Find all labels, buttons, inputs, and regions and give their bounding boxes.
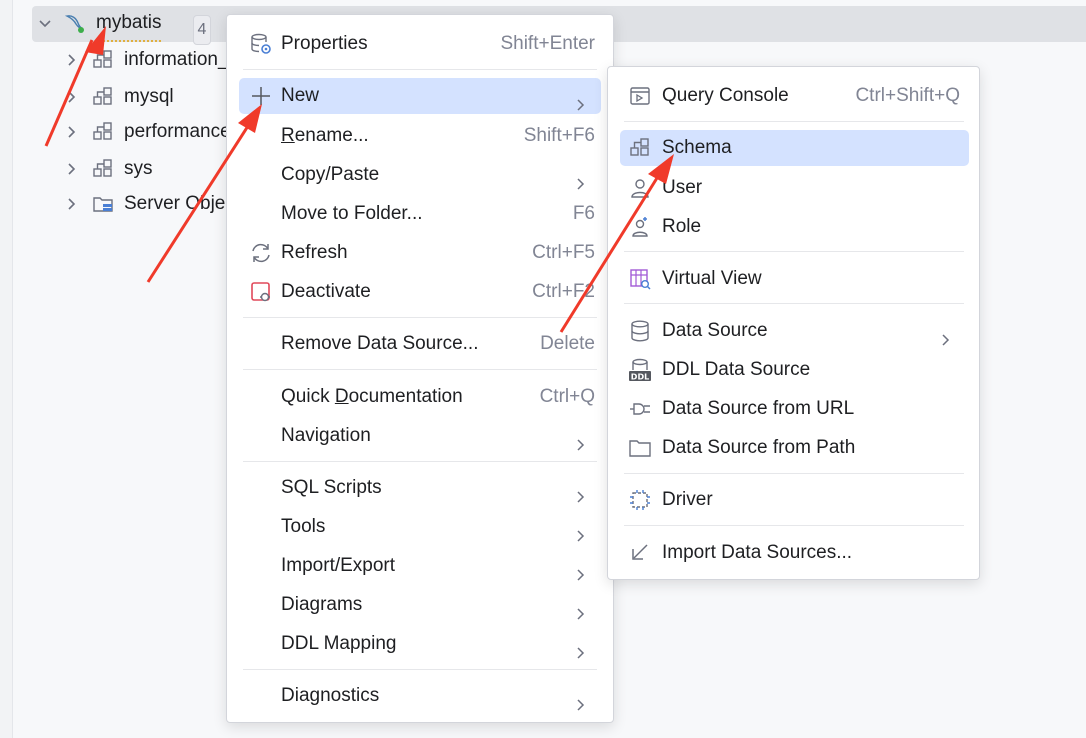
menu-item-driver[interactable]: Driver <box>620 482 960 518</box>
chevron-right-icon <box>575 481 587 503</box>
console-icon <box>628 84 652 108</box>
menu-item-ddl-data-source[interactable]: DDL DDL Data Source <box>620 352 960 388</box>
tree-node-label: Server Obje <box>124 193 226 214</box>
driver-icon <box>628 488 652 512</box>
chevron-right-icon <box>575 168 587 190</box>
menu-item-rename[interactable]: Rename... Shift+F6 <box>239 118 595 154</box>
properties-icon <box>249 32 273 56</box>
menu-item-sql-scripts[interactable]: SQL Scripts <box>239 470 595 506</box>
chevron-right-icon <box>940 324 952 346</box>
menu-item-diagnostics[interactable]: Diagnostics <box>239 678 595 714</box>
deactivate-icon <box>249 280 273 304</box>
schema-icon <box>92 158 114 180</box>
menu-item-remove-data-source[interactable]: Remove Data Source... Delete <box>239 326 595 362</box>
role-icon <box>628 215 652 239</box>
database-icon <box>628 319 652 343</box>
chevron-down-icon[interactable] <box>38 16 52 30</box>
menu-item-copy-paste[interactable]: Copy/Paste <box>239 157 595 193</box>
tree-node-label: information_ <box>124 49 229 70</box>
chevron-right-icon <box>575 598 587 620</box>
tree-node-server-objects[interactable]: Server Obje <box>32 187 232 221</box>
tree-node-label: performance <box>124 121 231 142</box>
menu-item-query-console[interactable]: Query Console Ctrl+Shift+Q <box>620 78 960 114</box>
chevron-right-icon <box>575 429 587 451</box>
schema-icon <box>92 49 114 71</box>
menu-separator <box>243 669 597 670</box>
menu-separator <box>243 69 597 70</box>
tree-node-sys[interactable]: sys <box>32 152 232 186</box>
chevron-right-icon[interactable] <box>64 162 78 176</box>
menu-item-navigation[interactable]: Navigation <box>239 418 595 454</box>
schema-icon <box>92 121 114 143</box>
menu-item-data-source-from-path[interactable]: Data Source from Path <box>620 430 960 466</box>
chevron-right-icon <box>575 559 587 581</box>
tree-node-information-schema[interactable]: information_ <box>32 43 232 77</box>
menu-item-role[interactable]: Role <box>620 209 960 245</box>
chevron-right-icon <box>575 520 587 542</box>
tree-node-performance-schema[interactable]: performance <box>32 115 232 149</box>
chevron-right-icon <box>575 89 587 111</box>
menu-separator <box>624 473 964 474</box>
svg-text:DDL: DDL <box>631 373 649 382</box>
chevron-right-icon[interactable] <box>64 53 78 67</box>
menu-separator <box>243 317 597 318</box>
menu-separator <box>243 461 597 462</box>
menu-item-data-source-from-url[interactable]: Data Source from URL <box>620 391 960 427</box>
menu-item-virtual-view[interactable]: Virtual View <box>620 261 960 297</box>
submenu-new: Query Console Ctrl+Shift+Q Schema User R… <box>607 66 980 580</box>
chevron-right-icon <box>575 637 587 659</box>
folder-icon <box>628 436 652 460</box>
context-menu: Properties Shift+Enter New Rename... Shi… <box>226 14 614 723</box>
menu-item-diagrams[interactable]: Diagrams <box>239 587 595 623</box>
menu-item-import-data-sources[interactable]: Import Data Sources... <box>620 535 960 571</box>
menu-item-properties[interactable]: Properties Shift+Enter <box>239 26 595 62</box>
schema-icon <box>92 86 114 108</box>
menu-separator <box>624 121 964 122</box>
menu-item-schema[interactable]: Schema <box>620 130 969 166</box>
server-folder-icon <box>92 193 114 215</box>
menu-item-refresh[interactable]: Refresh Ctrl+F5 <box>239 235 595 271</box>
mysql-datasource-icon <box>64 12 86 34</box>
plus-icon <box>249 84 273 108</box>
menu-separator <box>624 251 964 252</box>
chevron-right-icon[interactable] <box>64 197 78 211</box>
tree-node-label: mybatis <box>96 6 162 42</box>
menu-item-ddl-mapping[interactable]: DDL Mapping <box>239 626 595 662</box>
menu-separator <box>243 369 597 370</box>
node-count-badge: 4 <box>193 15 211 45</box>
ddl-database-icon: DDL <box>628 358 652 382</box>
tree-node-mysql[interactable]: mysql <box>32 80 232 114</box>
schema-icon <box>628 136 652 160</box>
import-icon <box>628 541 652 565</box>
tree-node-label: mysql <box>124 86 174 107</box>
user-icon <box>628 176 652 200</box>
chevron-right-icon[interactable] <box>64 90 78 104</box>
menu-separator <box>624 303 964 304</box>
virtual-view-icon <box>628 267 652 291</box>
menu-item-data-source[interactable]: Data Source <box>620 313 960 349</box>
menu-item-new[interactable]: New <box>239 78 601 114</box>
chevron-right-icon <box>575 689 587 711</box>
tree-node-label: sys <box>124 158 153 179</box>
refresh-icon <box>249 241 273 265</box>
plug-icon <box>628 397 652 421</box>
menu-item-quick-documentation[interactable]: Quick Documentation Ctrl+Q <box>239 379 595 415</box>
menu-item-move-to-folder[interactable]: Move to Folder... F6 <box>239 196 595 232</box>
chevron-right-icon[interactable] <box>64 125 78 139</box>
menu-item-deactivate[interactable]: Deactivate Ctrl+F2 <box>239 274 595 310</box>
menu-item-user[interactable]: User <box>620 170 960 206</box>
menu-separator <box>624 525 964 526</box>
menu-item-import-export[interactable]: Import/Export <box>239 548 595 584</box>
menu-item-tools[interactable]: Tools <box>239 509 595 545</box>
